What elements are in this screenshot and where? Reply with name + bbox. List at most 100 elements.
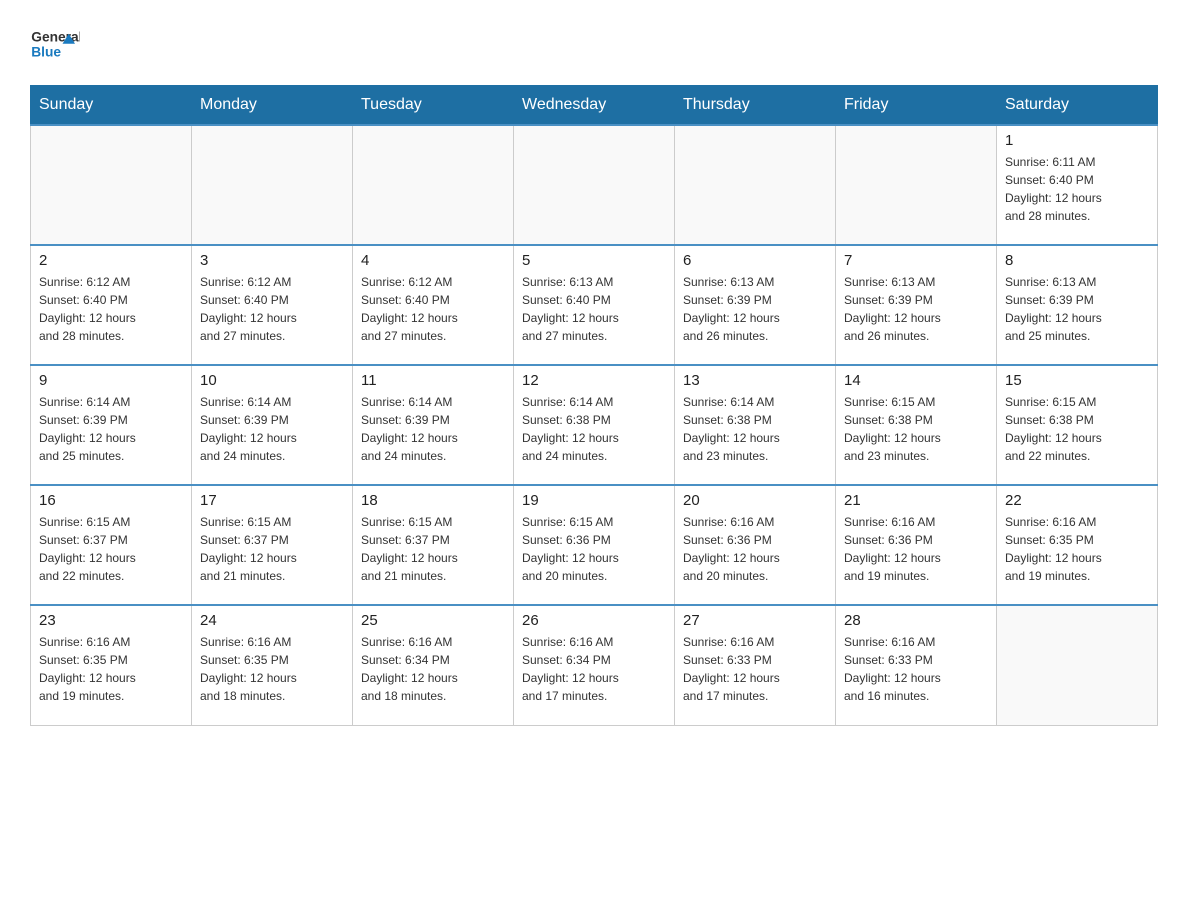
- weekday-header-tuesday: Tuesday: [353, 86, 514, 126]
- calendar-cell: [192, 125, 353, 245]
- day-number: 20: [683, 492, 827, 509]
- day-number: 12: [522, 372, 666, 389]
- calendar-table: SundayMondayTuesdayWednesdayThursdayFrid…: [30, 85, 1158, 726]
- day-info: Sunrise: 6:15 AM Sunset: 6:37 PM Dayligh…: [361, 513, 505, 585]
- day-number: 15: [1005, 372, 1149, 389]
- calendar-cell: 26 Sunrise: 6:16 AM Sunset: 6:34 PM Dayli…: [514, 605, 675, 725]
- calendar-cell: 6 Sunrise: 6:13 AM Sunset: 6:39 PM Daylig…: [675, 245, 836, 365]
- day-number: 13: [683, 372, 827, 389]
- day-info: Sunrise: 6:14 AM Sunset: 6:39 PM Dayligh…: [361, 393, 505, 465]
- calendar-cell: 24 Sunrise: 6:16 AM Sunset: 6:35 PM Dayli…: [192, 605, 353, 725]
- week-row-5: 23 Sunrise: 6:16 AM Sunset: 6:35 PM Dayli…: [31, 605, 1158, 725]
- day-info: Sunrise: 6:12 AM Sunset: 6:40 PM Dayligh…: [200, 273, 344, 345]
- day-number: 2: [39, 252, 183, 269]
- day-number: 6: [683, 252, 827, 269]
- page-header: General Blue: [30, 20, 1158, 65]
- day-number: 18: [361, 492, 505, 509]
- day-number: 9: [39, 372, 183, 389]
- calendar-cell: 4 Sunrise: 6:12 AM Sunset: 6:40 PM Daylig…: [353, 245, 514, 365]
- week-row-4: 16 Sunrise: 6:15 AM Sunset: 6:37 PM Dayli…: [31, 485, 1158, 605]
- day-info: Sunrise: 6:12 AM Sunset: 6:40 PM Dayligh…: [39, 273, 183, 345]
- day-number: 24: [200, 612, 344, 629]
- week-row-1: 1 Sunrise: 6:11 AM Sunset: 6:40 PM Daylig…: [31, 125, 1158, 245]
- calendar-cell: 1 Sunrise: 6:11 AM Sunset: 6:40 PM Daylig…: [997, 125, 1158, 245]
- day-number: 28: [844, 612, 988, 629]
- day-number: 7: [844, 252, 988, 269]
- weekday-header-row: SundayMondayTuesdayWednesdayThursdayFrid…: [31, 86, 1158, 126]
- day-number: 17: [200, 492, 344, 509]
- day-info: Sunrise: 6:12 AM Sunset: 6:40 PM Dayligh…: [361, 273, 505, 345]
- day-info: Sunrise: 6:11 AM Sunset: 6:40 PM Dayligh…: [1005, 153, 1149, 225]
- day-info: Sunrise: 6:16 AM Sunset: 6:35 PM Dayligh…: [1005, 513, 1149, 585]
- day-number: 11: [361, 372, 505, 389]
- day-info: Sunrise: 6:16 AM Sunset: 6:35 PM Dayligh…: [200, 633, 344, 705]
- calendar-cell: [997, 605, 1158, 725]
- day-info: Sunrise: 6:14 AM Sunset: 6:39 PM Dayligh…: [200, 393, 344, 465]
- calendar-cell: 10 Sunrise: 6:14 AM Sunset: 6:39 PM Dayli…: [192, 365, 353, 485]
- day-number: 22: [1005, 492, 1149, 509]
- day-number: 16: [39, 492, 183, 509]
- calendar-cell: 18 Sunrise: 6:15 AM Sunset: 6:37 PM Dayli…: [353, 485, 514, 605]
- day-info: Sunrise: 6:14 AM Sunset: 6:39 PM Dayligh…: [39, 393, 183, 465]
- calendar-cell: 23 Sunrise: 6:16 AM Sunset: 6:35 PM Dayli…: [31, 605, 192, 725]
- calendar-cell: 3 Sunrise: 6:12 AM Sunset: 6:40 PM Daylig…: [192, 245, 353, 365]
- calendar-cell: 28 Sunrise: 6:16 AM Sunset: 6:33 PM Dayli…: [836, 605, 997, 725]
- day-number: 8: [1005, 252, 1149, 269]
- calendar-cell: 19 Sunrise: 6:15 AM Sunset: 6:36 PM Dayli…: [514, 485, 675, 605]
- weekday-header-friday: Friday: [836, 86, 997, 126]
- calendar-cell: 16Sunrise: 6:15 AM Sunset: 6:37 PM Dayli…: [31, 485, 192, 605]
- calendar-cell: 21Sunrise: 6:16 AM Sunset: 6:36 PM Dayli…: [836, 485, 997, 605]
- day-number: 21: [844, 492, 988, 509]
- day-info: Sunrise: 6:13 AM Sunset: 6:39 PM Dayligh…: [683, 273, 827, 345]
- calendar-cell: 8 Sunrise: 6:13 AM Sunset: 6:39 PM Daylig…: [997, 245, 1158, 365]
- week-row-3: 9 Sunrise: 6:14 AM Sunset: 6:39 PM Daylig…: [31, 365, 1158, 485]
- calendar-cell: 2 Sunrise: 6:12 AM Sunset: 6:40 PM Daylig…: [31, 245, 192, 365]
- calendar-cell: 14 Sunrise: 6:15 AM Sunset: 6:38 PM Dayli…: [836, 365, 997, 485]
- day-info: Sunrise: 6:15 AM Sunset: 6:38 PM Dayligh…: [844, 393, 988, 465]
- day-info: Sunrise: 6:14 AM Sunset: 6:38 PM Dayligh…: [522, 393, 666, 465]
- calendar-cell: 9 Sunrise: 6:14 AM Sunset: 6:39 PM Daylig…: [31, 365, 192, 485]
- day-info: Sunrise: 6:15 AM Sunset: 6:37 PM Dayligh…: [200, 513, 344, 585]
- day-number: 1: [1005, 132, 1149, 149]
- day-info: Sunrise: 6:16 AM Sunset: 6:35 PM Dayligh…: [39, 633, 183, 705]
- calendar-cell: [675, 125, 836, 245]
- calendar-cell: 15 Sunrise: 6:15 AM Sunset: 6:38 PM Dayli…: [997, 365, 1158, 485]
- day-info: Sunrise: 6:15 AM Sunset: 6:38 PM Dayligh…: [1005, 393, 1149, 465]
- day-number: 5: [522, 252, 666, 269]
- day-number: 19: [522, 492, 666, 509]
- day-number: 14: [844, 372, 988, 389]
- calendar-cell: 22 Sunrise: 6:16 AM Sunset: 6:35 PM Dayli…: [997, 485, 1158, 605]
- day-info: Sunrise: 6:16 AM Sunset: 6:34 PM Dayligh…: [522, 633, 666, 705]
- day-info: Sunrise: 6:15 AM Sunset: 6:36 PM Dayligh…: [522, 513, 666, 585]
- day-info: Sunrise: 6:14 AM Sunset: 6:38 PM Dayligh…: [683, 393, 827, 465]
- day-info: Sunrise: 6:13 AM Sunset: 6:40 PM Dayligh…: [522, 273, 666, 345]
- calendar-cell: 5 Sunrise: 6:13 AM Sunset: 6:40 PM Daylig…: [514, 245, 675, 365]
- day-info: Sunrise: 6:16 AM Sunset: 6:34 PM Dayligh…: [361, 633, 505, 705]
- calendar-cell: 17 Sunrise: 6:15 AM Sunset: 6:37 PM Dayli…: [192, 485, 353, 605]
- calendar-cell: 11 Sunrise: 6:14 AM Sunset: 6:39 PM Dayli…: [353, 365, 514, 485]
- calendar-cell: 13 Sunrise: 6:14 AM Sunset: 6:38 PM Dayli…: [675, 365, 836, 485]
- day-number: 4: [361, 252, 505, 269]
- weekday-header-sunday: Sunday: [31, 86, 192, 126]
- day-info: Sunrise: 6:13 AM Sunset: 6:39 PM Dayligh…: [844, 273, 988, 345]
- day-number: 10: [200, 372, 344, 389]
- calendar-cell: [31, 125, 192, 245]
- day-number: 26: [522, 612, 666, 629]
- day-number: 27: [683, 612, 827, 629]
- calendar-cell: 12 Sunrise: 6:14 AM Sunset: 6:38 PM Dayli…: [514, 365, 675, 485]
- calendar-cell: [353, 125, 514, 245]
- day-info: Sunrise: 6:16 AM Sunset: 6:36 PM Dayligh…: [683, 513, 827, 585]
- weekday-header-wednesday: Wednesday: [514, 86, 675, 126]
- logo: General Blue: [30, 20, 80, 65]
- day-info: Sunrise: 6:16 AM Sunset: 6:33 PM Dayligh…: [844, 633, 988, 705]
- calendar-cell: 20 Sunrise: 6:16 AM Sunset: 6:36 PM Dayli…: [675, 485, 836, 605]
- calendar-cell: 27Sunrise: 6:16 AM Sunset: 6:33 PM Dayli…: [675, 605, 836, 725]
- day-info: Sunrise: 6:13 AM Sunset: 6:39 PM Dayligh…: [1005, 273, 1149, 345]
- weekday-header-thursday: Thursday: [675, 86, 836, 126]
- svg-text:Blue: Blue: [31, 44, 61, 59]
- calendar-cell: 25Sunrise: 6:16 AM Sunset: 6:34 PM Dayli…: [353, 605, 514, 725]
- weekday-header-saturday: Saturday: [997, 86, 1158, 126]
- day-number: 23: [39, 612, 183, 629]
- day-number: 3: [200, 252, 344, 269]
- calendar-cell: [514, 125, 675, 245]
